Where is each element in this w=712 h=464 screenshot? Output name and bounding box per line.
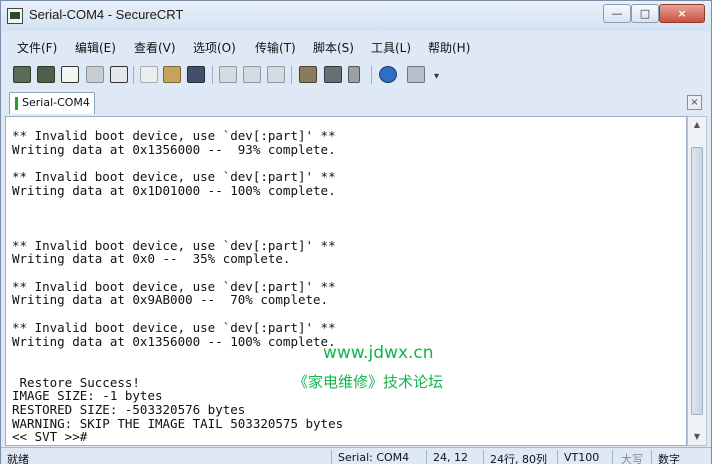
help-icon[interactable] xyxy=(379,66,397,83)
close-button[interactable]: × xyxy=(659,4,705,23)
title-bar[interactable]: Serial-COM4 - SecureCRT — □ × xyxy=(1,1,711,31)
terminal-line: WARNING: SKIP THE IMAGE TAIL 503320575 b… xyxy=(12,415,344,431)
connect-tab-icon[interactable] xyxy=(61,66,79,83)
terminal-output[interactable]: ** Invalid boot device, use `dev[:part]'… xyxy=(5,116,687,446)
terminal-line: Writing data at 0x0 -- 35% complete. xyxy=(12,251,291,267)
status-bar: 就绪 Serial: COM4 24, 12 24行, 80列 VT100 大写… xyxy=(1,447,711,464)
print-screen-icon[interactable] xyxy=(267,66,285,83)
menu-bar: 文件(F) 编辑(E) 查看(V) 选项(O) 传输(T) 脚本(S) 工具(L… xyxy=(1,35,711,59)
status-separator xyxy=(651,450,652,464)
terminal-line: ** Invalid boot device, use `dev[:part]'… xyxy=(12,278,336,294)
tab-serial-com4[interactable]: Serial-COM4 xyxy=(9,92,95,114)
terminal-line: ** Invalid boot device, use `dev[:part]'… xyxy=(12,128,336,143)
menu-transfer[interactable]: 传输(T) xyxy=(255,39,296,56)
status-size: 24行, 80列 xyxy=(490,453,547,464)
disconnect-icon[interactable] xyxy=(110,66,128,83)
terminal-scrollbar[interactable]: ▲ ▼ xyxy=(687,116,707,446)
terminal-line: ** Invalid boot device, use `dev[:part]'… xyxy=(12,319,336,335)
terminal-line: << SVT >># xyxy=(12,429,88,445)
print-icon[interactable] xyxy=(219,66,237,83)
menu-tools[interactable]: 工具(L) xyxy=(371,39,411,56)
securecrt-window: Serial-COM4 - SecureCRT — □ × 文件(F) 编辑(E… xyxy=(0,0,712,464)
status-connection: Serial: COM4 xyxy=(338,451,410,464)
menu-help[interactable]: 帮助(H) xyxy=(428,39,470,56)
global-options-icon[interactable] xyxy=(324,66,342,83)
menu-file[interactable]: 文件(F) xyxy=(17,39,57,56)
print-selection-icon[interactable] xyxy=(243,66,261,83)
status-caps: 大写 xyxy=(621,453,643,464)
status-separator xyxy=(557,450,558,464)
toolbar-overflow-icon[interactable]: ▾ xyxy=(434,71,439,82)
scroll-thumb[interactable] xyxy=(691,147,703,415)
tab-status-marker xyxy=(15,97,18,110)
status-ready: 就绪 xyxy=(7,453,29,464)
toolbar-separator xyxy=(371,66,372,84)
status-cursor: 24, 12 xyxy=(433,451,468,464)
session-tab-bar: Serial-COM4 × xyxy=(1,89,711,115)
terminal-line: Restore Success! xyxy=(12,374,140,390)
status-separator xyxy=(426,450,427,464)
terminal-line: RESTORED SIZE: -503320576 bytes xyxy=(12,402,246,417)
close-tab-icon[interactable]: × xyxy=(687,95,702,110)
quick-connect-icon[interactable] xyxy=(37,66,55,83)
menu-script[interactable]: 脚本(S) xyxy=(313,39,354,56)
menu-options[interactable]: 选项(O) xyxy=(193,39,236,56)
session-options-icon[interactable] xyxy=(299,66,317,83)
terminal-line: Writing data at 0x1D01000 -- 100% comple… xyxy=(12,182,336,198)
terminal-line: Writing data at 0x1356000 -- 100% comple… xyxy=(12,333,336,349)
status-separator xyxy=(331,450,332,464)
minimize-button[interactable]: — xyxy=(603,4,631,23)
watermark-text: 《家电维修》技术论坛 xyxy=(293,373,444,391)
keymap-icon[interactable] xyxy=(348,66,360,83)
status-terminal-type: VT100 xyxy=(564,451,600,464)
reconnect-icon[interactable] xyxy=(86,66,104,83)
toolbar-separator xyxy=(291,66,292,84)
watermark-url: www.jdwx.cn xyxy=(323,343,434,363)
connect-icon[interactable] xyxy=(13,66,31,83)
toolbar-separator xyxy=(212,66,213,84)
scroll-up-icon[interactable]: ▲ xyxy=(690,119,704,131)
status-separator xyxy=(483,450,484,464)
paste-icon[interactable] xyxy=(163,66,181,83)
toolbar-separator xyxy=(133,66,134,84)
scroll-down-icon[interactable]: ▼ xyxy=(690,431,704,443)
find-icon[interactable] xyxy=(187,66,205,83)
terminal-line: Writing data at 0x9AB000 -- 70% complete… xyxy=(12,292,329,308)
terminal-line: ** Invalid boot device, use `dev[:part]'… xyxy=(12,169,336,185)
terminal-line: ** Invalid boot device, use `dev[:part]'… xyxy=(12,237,336,253)
toolbar: ▾ xyxy=(1,61,711,89)
status-separator xyxy=(612,450,613,464)
tab-label: Serial-COM4 xyxy=(22,96,90,109)
maximize-button[interactable]: □ xyxy=(631,4,659,23)
sftp-icon[interactable] xyxy=(407,66,425,83)
menu-view[interactable]: 查看(V) xyxy=(134,39,176,56)
terminal-line: Writing data at 0x1356000 -- 93% complet… xyxy=(12,141,336,157)
copy-icon[interactable] xyxy=(140,66,158,83)
window-title: Serial-COM4 - SecureCRT xyxy=(29,7,184,22)
app-terminal-icon xyxy=(7,8,23,24)
menu-edit[interactable]: 编辑(E) xyxy=(75,39,116,56)
terminal-line: IMAGE SIZE: -1 bytes xyxy=(12,388,163,404)
status-num: 数字 xyxy=(658,453,680,464)
